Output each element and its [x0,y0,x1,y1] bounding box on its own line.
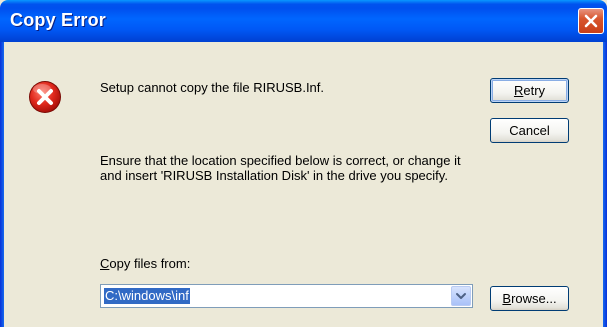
close-button[interactable] [578,8,604,34]
retry-mnemonic: R [513,82,524,98]
title-bar[interactable]: Copy Error [0,0,607,42]
error-message: Setup cannot copy the file RIRUSB.Inf. [100,80,325,95]
retry-button[interactable]: Retry [490,78,569,103]
browse-button[interactable]: Browse... [490,286,569,311]
copy-files-from-mnemonic: C [100,256,110,271]
copy-files-from-label-rest: opy files from: [109,256,191,271]
window-frame-left [0,42,4,327]
instruction-text: Ensure that the location specified below… [100,153,461,183]
copy-files-from-combobox[interactable]: C:\windows\inf [100,284,473,308]
copy-files-from-label: Copy files from: [100,256,190,271]
window-frame-right [603,42,607,327]
retry-label-rest: etry [523,82,546,98]
copy-error-dialog: Copy Error Setup cannot copy the file RI… [0,0,607,327]
browse-mnemonic: B [502,290,512,306]
cancel-button[interactable]: Cancel [490,118,569,143]
dropdown-button[interactable] [451,286,471,306]
close-icon [584,14,598,28]
copy-files-from-input[interactable]: C:\windows\inf [104,288,190,304]
error-icon [29,81,61,113]
browse-label-rest: rowse... [511,290,557,306]
window-title: Copy Error [10,10,107,30]
chevron-down-icon [456,293,466,299]
